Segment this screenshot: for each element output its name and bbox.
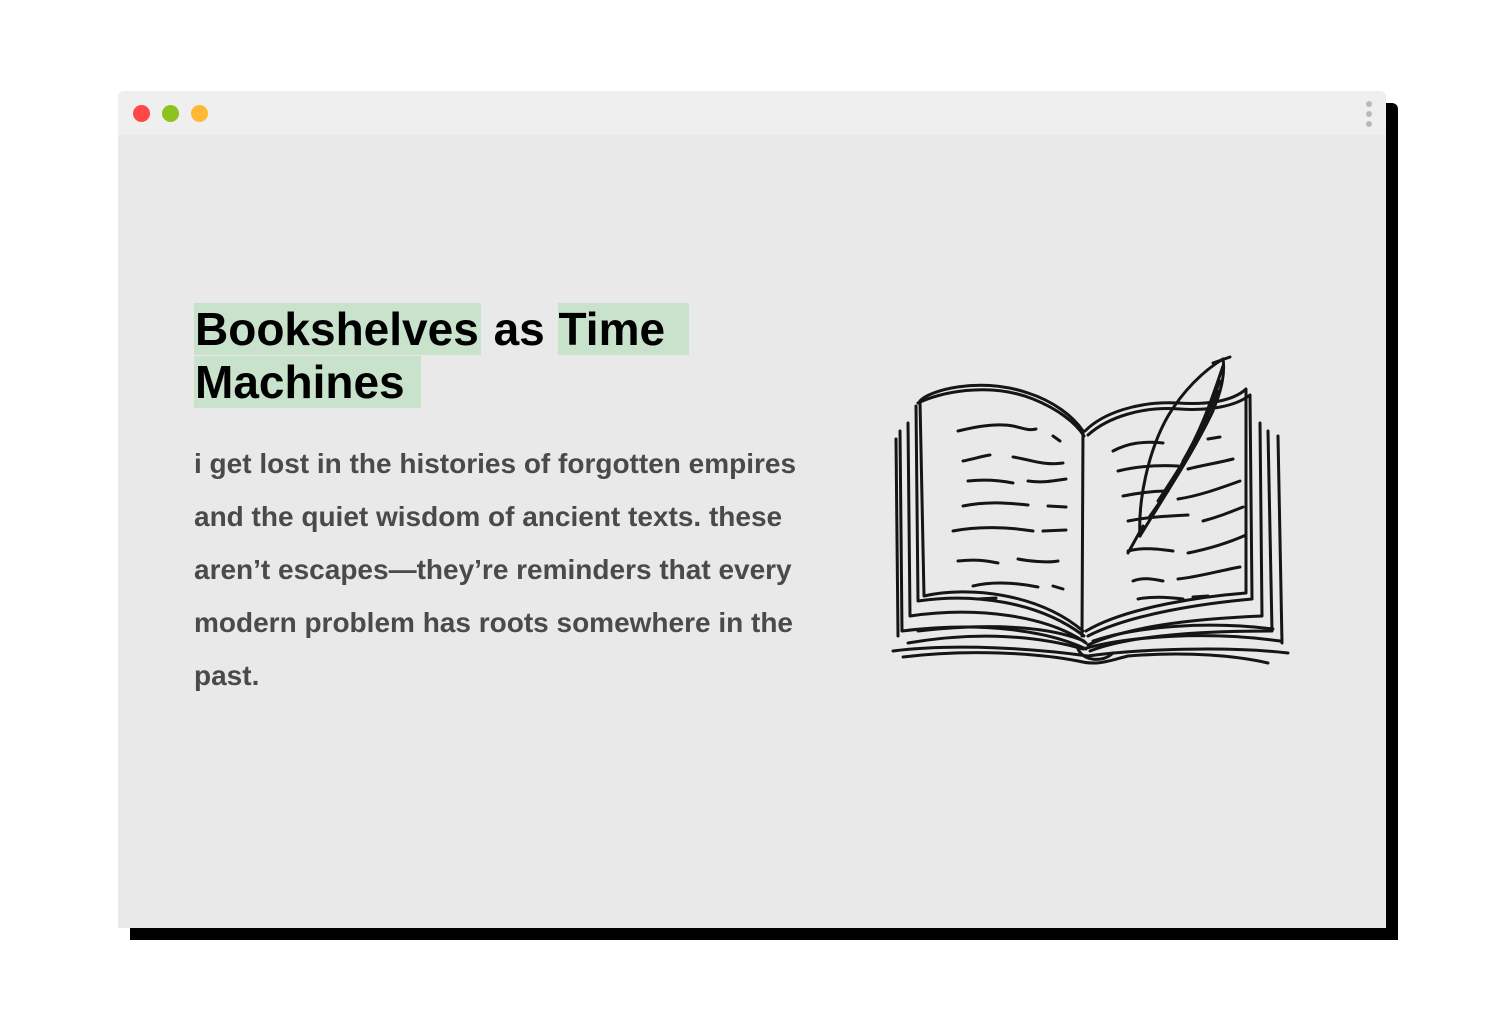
title-highlight-time: Time <box>557 303 690 355</box>
kebab-menu-icon[interactable] <box>1364 101 1374 129</box>
maximize-window-button[interactable] <box>191 105 208 122</box>
title-highlight-bookshelves: Bookshelves <box>194 303 481 355</box>
close-window-button[interactable] <box>133 105 150 122</box>
window-titlebar <box>118 91 1386 135</box>
minimize-window-button[interactable] <box>162 105 179 122</box>
browser-window: Bookshelves as Time Machines i get lost i… <box>118 91 1386 928</box>
post-content: Bookshelves as Time Machines i get lost i… <box>194 303 834 702</box>
title-highlight-machines: Machines <box>194 356 421 408</box>
title-word-as: as <box>493 303 545 355</box>
post-body: i get lost in the histories of forgotten… <box>194 448 797 691</box>
post-title: Bookshelves as Time Machines <box>194 303 834 409</box>
open-book-with-quill-icon <box>891 355 1290 665</box>
